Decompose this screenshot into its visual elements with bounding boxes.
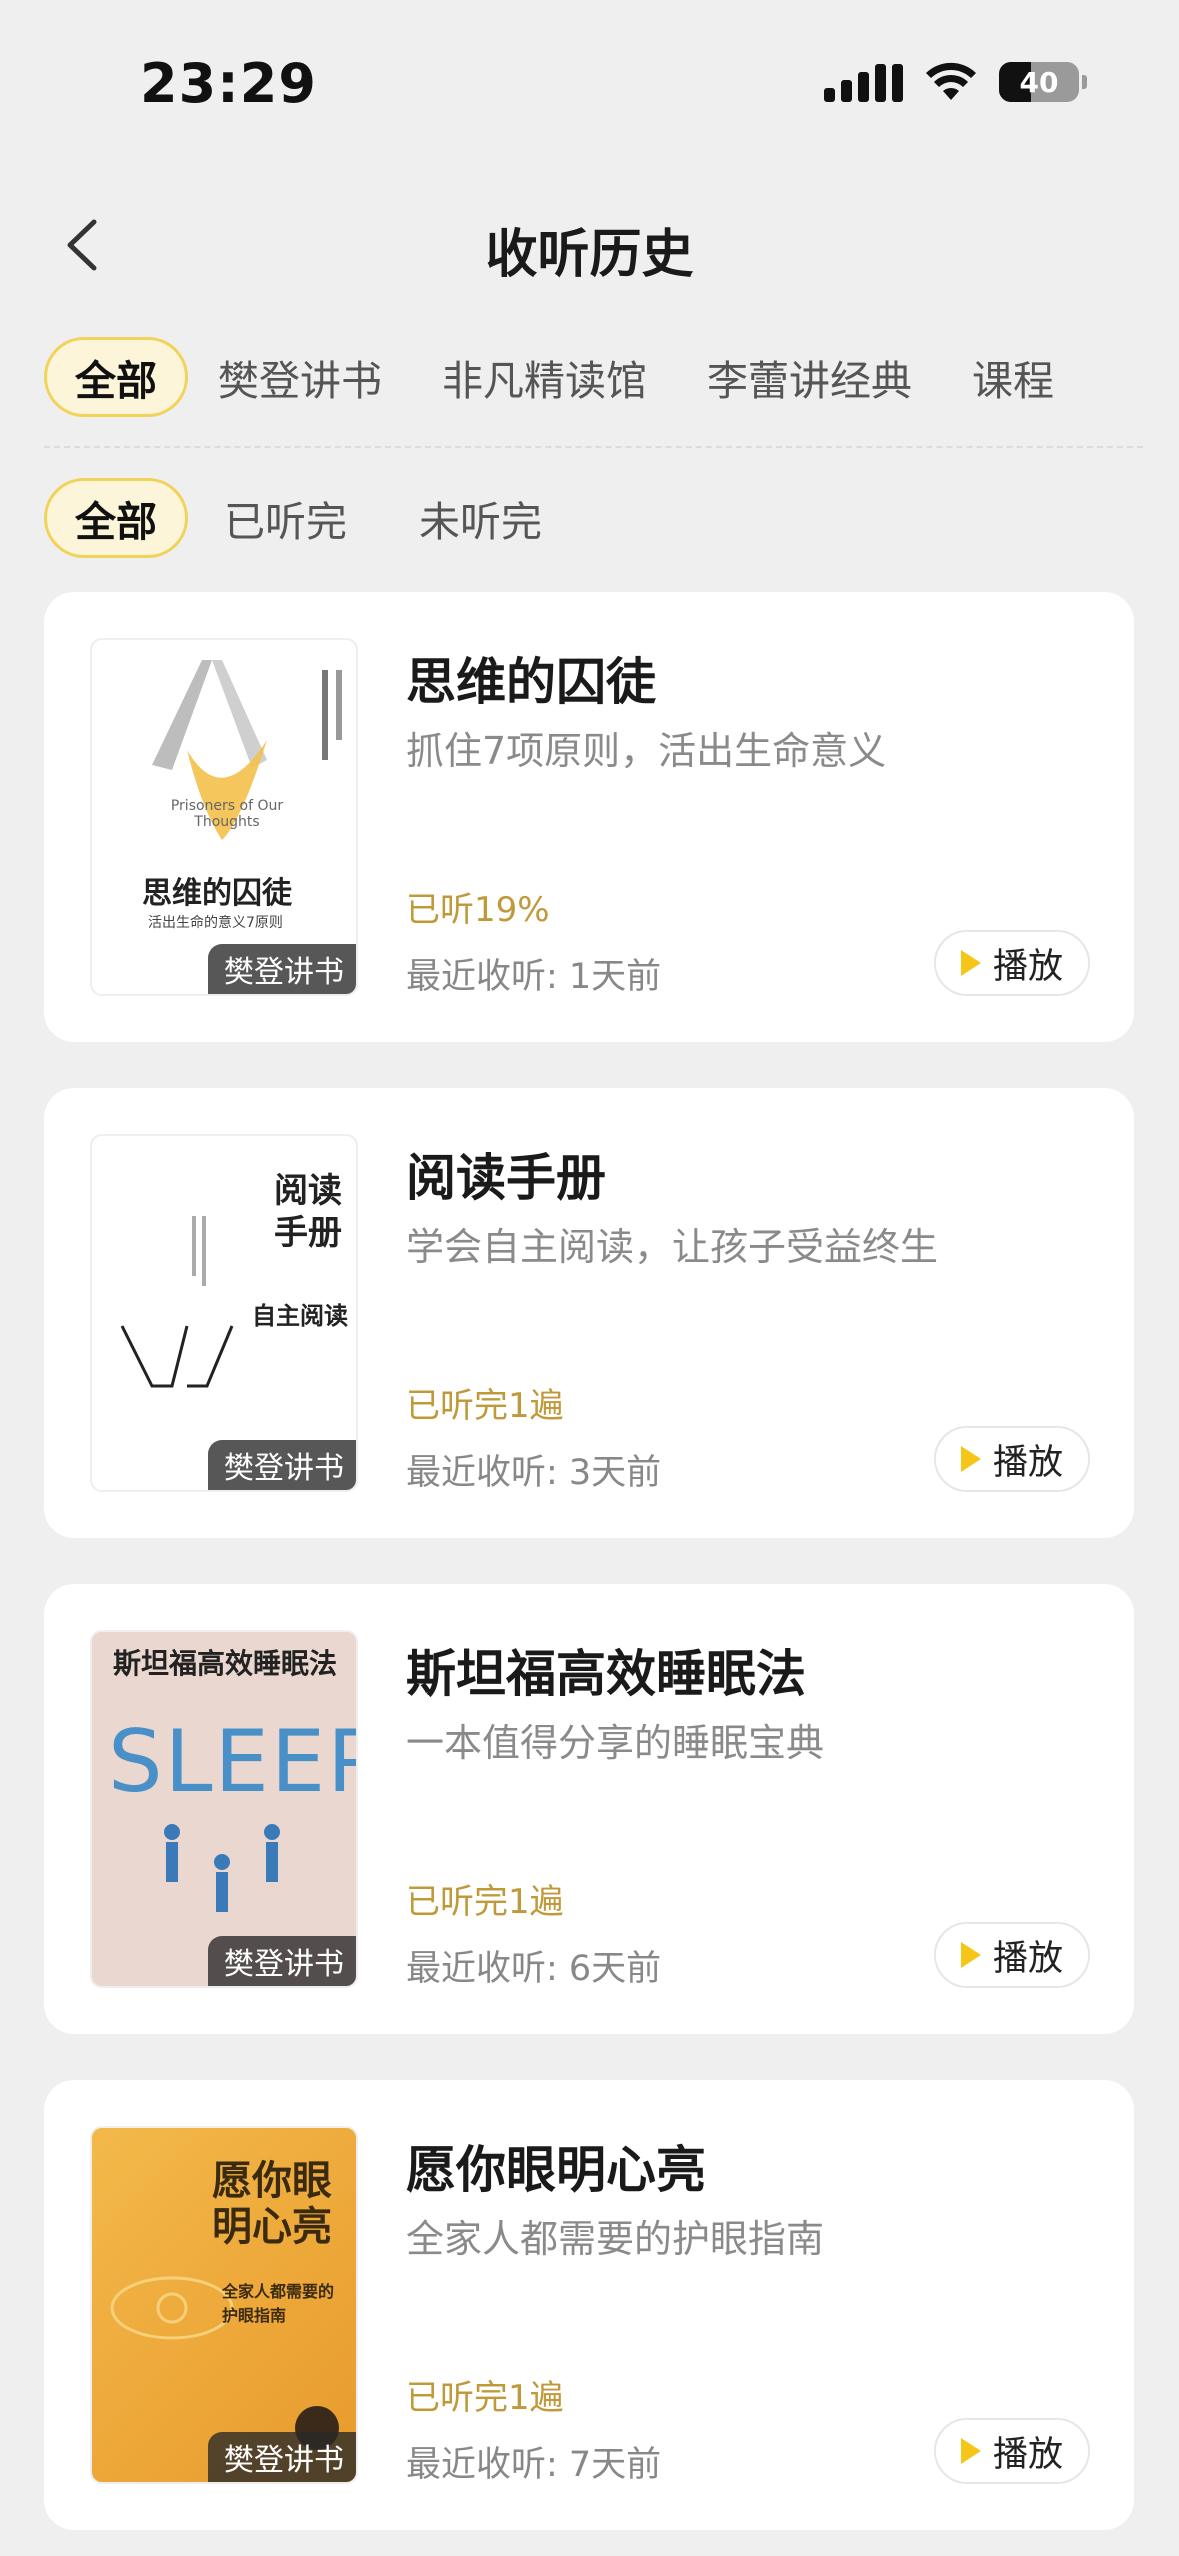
play-label: 播放 xyxy=(992,1938,1063,1979)
item-title: 愿你眼明心亮 xyxy=(406,2141,706,2199)
book-cover: 愿你眼明心亮 全家人都需要的护眼指南 樊登讲书 xyxy=(90,2126,358,2484)
cover-title: 思维的囚徒 xyxy=(142,876,292,911)
battery-level: 40 xyxy=(1019,65,1059,99)
item-subtitle: 学会自主阅读，让孩子受益终生 xyxy=(406,1225,939,1269)
cover-badge: 樊登讲书 xyxy=(208,1440,356,1490)
cover-subtitle: 自主阅读 xyxy=(252,1302,348,1330)
filter-all[interactable]: 全部 xyxy=(44,478,188,558)
cover-badge: 樊登讲书 xyxy=(208,944,356,994)
play-button[interactable]: 播放 xyxy=(934,930,1090,996)
tab-feifan[interactable]: 非凡精读馆 xyxy=(412,337,677,417)
history-card[interactable]: Prisoners of Our Thoughts 思维的囚徒 活出生命的意义7… xyxy=(44,592,1134,1042)
play-button[interactable]: 播放 xyxy=(934,1426,1090,1492)
tab-all[interactable]: 全部 xyxy=(44,337,188,417)
book-cover: Prisoners of Our Thoughts 思维的囚徒 活出生命的意义7… xyxy=(90,638,358,996)
cover-title: 愿你眼明心亮 xyxy=(212,2158,332,2250)
play-button[interactable]: 播放 xyxy=(934,2418,1090,2484)
item-title: 斯坦福高效睡眠法 xyxy=(406,1645,806,1703)
status-icons: 40 xyxy=(824,62,1087,102)
play-icon xyxy=(960,2438,981,2464)
tab-fandeng[interactable]: 樊登讲书 xyxy=(188,337,412,417)
tab-courses[interactable]: 课程 xyxy=(942,337,1084,417)
nav-header: 收听历史 xyxy=(0,190,1179,300)
cover-badge: 樊登讲书 xyxy=(208,1936,356,1986)
item-progress: 已听完1遍 xyxy=(406,1882,564,1922)
item-subtitle: 一本值得分享的睡眠宝典 xyxy=(406,1721,825,1765)
item-title: 思维的囚徒 xyxy=(406,653,656,711)
history-list: Prisoners of Our Thoughts 思维的囚徒 活出生命的意义7… xyxy=(44,592,1134,2556)
item-progress: 已听完1遍 xyxy=(406,2378,564,2418)
item-progress: 已听完1遍 xyxy=(406,1386,564,1426)
cellular-signal-icon xyxy=(824,62,903,102)
wifi-icon xyxy=(926,62,976,100)
play-icon xyxy=(960,950,981,976)
history-card[interactable]: 斯坦福高效睡眠法 SLEEP 樊登讲书 斯坦福高效睡眠法 一本值得分享的睡眠宝典… xyxy=(44,1584,1134,2034)
play-label: 播放 xyxy=(992,2434,1063,2475)
cover-en-title: Prisoners of Our Thoughts xyxy=(170,798,284,830)
book-cover: 阅读手册 自主阅读 樊登讲书 xyxy=(90,1134,358,1492)
cover-subtitle: 活出生命的意义7原则 xyxy=(148,915,283,931)
filter-unfinished[interactable]: 未听完 xyxy=(383,478,578,558)
page-title: 收听历史 xyxy=(485,225,694,285)
item-recent: 最近收听: 3天前 xyxy=(406,1453,662,1493)
history-card[interactable]: 愿你眼明心亮 全家人都需要的护眼指南 樊登讲书 愿你眼明心亮 全家人都需要的护眼… xyxy=(44,2080,1134,2530)
play-icon xyxy=(960,1446,981,1472)
item-recent: 最近收听: 7天前 xyxy=(406,2445,662,2485)
play-label: 播放 xyxy=(992,946,1063,987)
history-card[interactable]: 阅读手册 自主阅读 樊登讲书 阅读手册 学会自主阅读，让孩子受益终生 已听完1遍… xyxy=(44,1088,1134,1538)
status-filter-tabs: 全部 已听完 未听完 xyxy=(44,478,578,558)
cover-art xyxy=(164,1824,280,1912)
battery-icon: 40 xyxy=(999,62,1087,102)
item-subtitle: 全家人都需要的护眼指南 xyxy=(406,2217,825,2261)
cover-badge: 樊登讲书 xyxy=(208,2432,356,2482)
filter-finished[interactable]: 已听完 xyxy=(188,478,383,558)
cover-title: 阅读手册 xyxy=(274,1171,342,1253)
item-recent: 最近收听: 6天前 xyxy=(406,1949,662,1989)
item-title: 阅读手册 xyxy=(406,1149,606,1207)
category-tabs: 全部 樊登讲书 非凡精读馆 李蕾讲经典 课程 xyxy=(44,337,1084,417)
cover-subtitle: 全家人都需要的护眼指南 xyxy=(222,2282,335,2325)
play-button[interactable]: 播放 xyxy=(934,1922,1090,1988)
status-bar: 23:29 40 xyxy=(0,0,1179,175)
play-icon xyxy=(960,1942,981,1968)
status-time: 23:29 xyxy=(140,52,317,115)
play-label: 播放 xyxy=(992,1442,1063,1483)
tabs-divider xyxy=(44,446,1143,448)
tab-lilei[interactable]: 李蕾讲经典 xyxy=(677,337,942,417)
item-progress: 已听19% xyxy=(406,890,550,930)
book-cover: 斯坦福高效睡眠法 SLEEP 樊登讲书 xyxy=(90,1630,358,1988)
item-recent: 最近收听: 1天前 xyxy=(406,957,662,997)
item-subtitle: 抓住7项原则，活出生命意义 xyxy=(406,729,887,773)
